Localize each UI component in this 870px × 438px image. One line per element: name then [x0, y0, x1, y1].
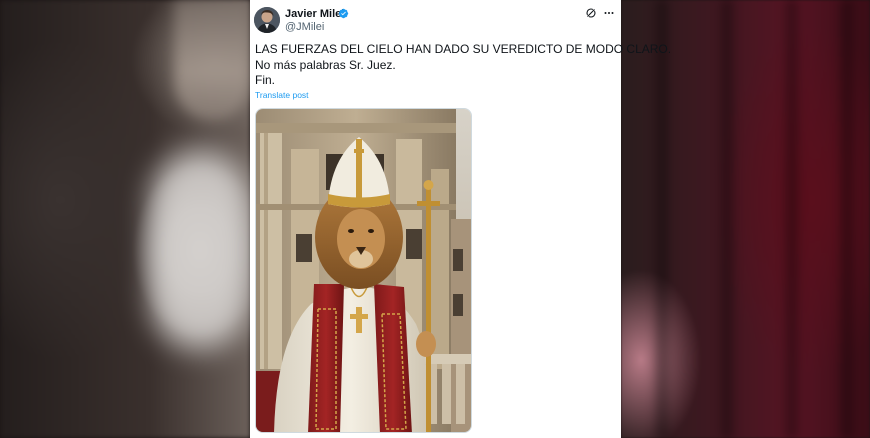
blurred-hand: [175, 0, 250, 120]
author-handle[interactable]: @JMilei: [285, 21, 324, 34]
tweet-text: LAS FUERZAS DEL CIELO HAN DADO SU VEREDI…: [255, 42, 672, 89]
curtain-fold: [781, 0, 803, 438]
translate-post-link[interactable]: Translate post: [255, 90, 309, 101]
curtain-fold: [836, 0, 858, 438]
author-name[interactable]: Javier Milei: [285, 7, 344, 21]
curtain-fold: [716, 0, 738, 438]
tweet-text-line: No más palabras Sr. Juez.: [255, 57, 396, 72]
tweet-text-line: Fin.: [255, 73, 276, 87]
tweet-card: Javier Milei @JMilei LAS FUERZAS DEL CIE…: [250, 0, 672, 438]
tweet-media-image[interactable]: [255, 108, 472, 433]
grok-icon[interactable]: [585, 7, 597, 19]
more-options-icon[interactable]: [603, 7, 615, 19]
blurred-background-left: [0, 0, 250, 438]
curtain-fold: [651, 0, 673, 438]
verified-badge-icon: [338, 8, 349, 19]
blurred-robe: [150, 150, 250, 350]
tweet-text-line: LAS FUERZAS DEL CIELO HAN DADO SU VEREDI…: [255, 42, 672, 56]
avatar[interactable]: [254, 7, 280, 33]
lion-pope-image: [256, 109, 471, 432]
screen: Javier Milei @JMilei LAS FUERZAS DEL CIE…: [0, 0, 870, 438]
blurred-background-right: [621, 0, 870, 438]
